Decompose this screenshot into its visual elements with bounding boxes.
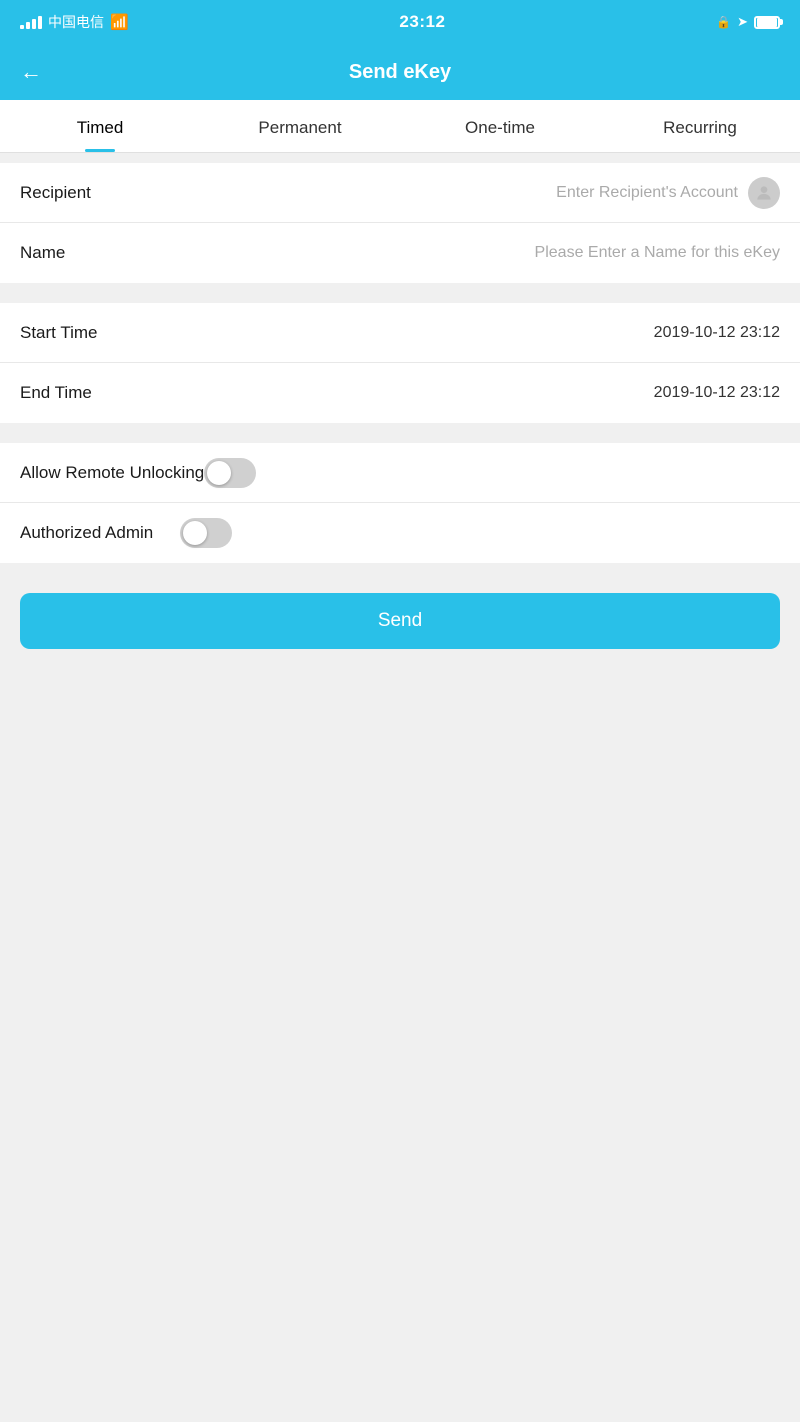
name-input[interactable] bbox=[180, 244, 780, 262]
end-time-value: 2019-10-12 23:12 bbox=[180, 384, 780, 402]
nav-header: ← Send eKey bbox=[0, 44, 800, 100]
location-icon: ➤ bbox=[737, 14, 748, 30]
remote-unlocking-label: Allow Remote Unlocking bbox=[20, 463, 204, 483]
recipient-row: Recipient bbox=[0, 163, 800, 223]
send-section: Send bbox=[0, 573, 800, 669]
battery-icon bbox=[754, 16, 780, 29]
tab-permanent[interactable]: Permanent bbox=[200, 100, 400, 152]
back-button[interactable]: ← bbox=[20, 59, 42, 85]
start-time-value: 2019-10-12 23:12 bbox=[180, 324, 780, 342]
empty-space bbox=[0, 669, 800, 1069]
status-left: 中国电信 📶 bbox=[20, 12, 129, 32]
send-button[interactable]: Send bbox=[20, 593, 780, 649]
recipient-label: Recipient bbox=[20, 183, 180, 203]
carrier-label: 中国电信 bbox=[48, 12, 104, 32]
recipient-contact-icon[interactable] bbox=[748, 177, 780, 209]
authorized-admin-row: Authorized Admin bbox=[0, 503, 800, 563]
recipient-name-section: Recipient Name bbox=[0, 163, 800, 283]
status-bar: 中国电信 📶 23:12 🔒 ➤ bbox=[0, 0, 800, 44]
toggles-section: Allow Remote Unlocking Authorized Admin bbox=[0, 443, 800, 563]
tab-timed[interactable]: Timed bbox=[0, 100, 200, 152]
lock-icon: 🔒 bbox=[716, 15, 731, 29]
tab-recurring[interactable]: Recurring bbox=[600, 100, 800, 152]
tabs-container: Timed Permanent One-time Recurring bbox=[0, 100, 800, 153]
end-time-label: End Time bbox=[20, 383, 180, 403]
tab-one-time[interactable]: One-time bbox=[400, 100, 600, 152]
authorized-admin-toggle[interactable] bbox=[180, 518, 232, 548]
section-separator bbox=[0, 153, 800, 163]
status-right: 🔒 ➤ bbox=[716, 14, 780, 30]
page-title: Send eKey bbox=[349, 61, 451, 84]
authorized-admin-label: Authorized Admin bbox=[20, 523, 180, 543]
end-time-row[interactable]: End Time 2019-10-12 23:12 bbox=[0, 363, 800, 423]
remote-unlocking-row: Allow Remote Unlocking bbox=[0, 443, 800, 503]
section-separator-3 bbox=[0, 433, 800, 443]
signal-bars-icon bbox=[20, 15, 42, 29]
status-time: 23:12 bbox=[399, 12, 445, 32]
name-row: Name bbox=[0, 223, 800, 283]
section-separator-2 bbox=[0, 293, 800, 303]
time-section: Start Time 2019-10-12 23:12 End Time 201… bbox=[0, 303, 800, 423]
start-time-row[interactable]: Start Time 2019-10-12 23:12 bbox=[0, 303, 800, 363]
name-label: Name bbox=[20, 243, 180, 263]
wifi-icon: 📶 bbox=[110, 13, 129, 31]
remote-unlocking-toggle[interactable] bbox=[204, 458, 256, 488]
recipient-input[interactable] bbox=[180, 184, 738, 202]
start-time-label: Start Time bbox=[20, 323, 180, 343]
